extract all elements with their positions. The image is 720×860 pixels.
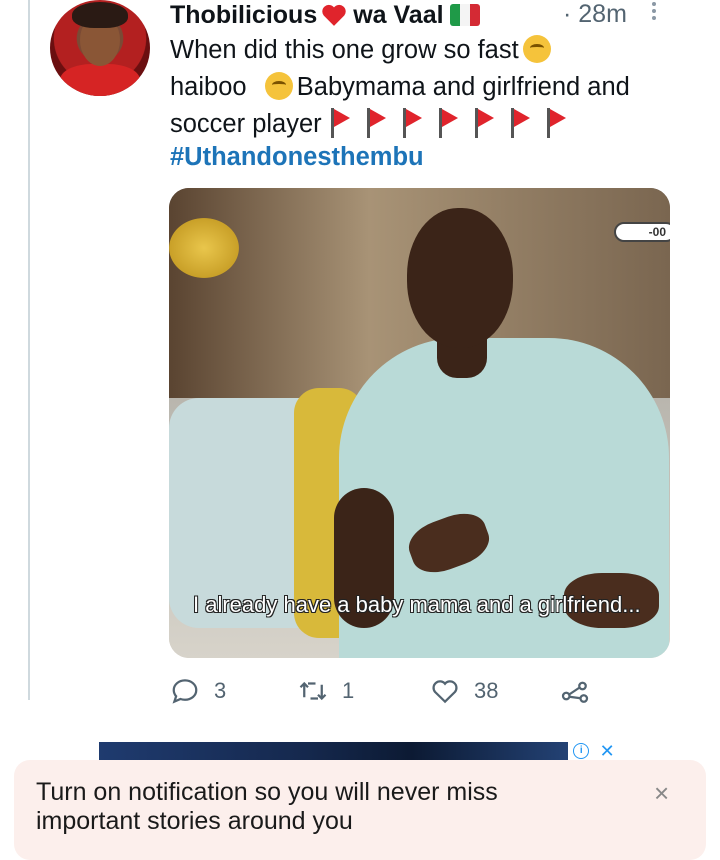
like-count: 38 [474, 678, 499, 703]
retweet-button[interactable]: 1 [298, 676, 354, 706]
ad-controls: i ✕ [568, 742, 620, 760]
media-plant [169, 218, 239, 278]
hashtag-link[interactable]: #Uthandonesthembu [170, 143, 424, 172]
ad-info-icon[interactable]: i [573, 743, 590, 759]
avatar[interactable] [50, 0, 150, 96]
dizzy-face-emoji-icon [522, 35, 551, 63]
notification-text: Turn on notification so you will never m… [36, 778, 498, 835]
avatar-dress [60, 64, 140, 96]
tweet-header: Thobilicious wa Vaal [170, 0, 480, 30]
like-button[interactable]: 38 [430, 676, 498, 706]
red-flag-emoji-icon [400, 108, 424, 138]
tweet-line-2b: Babymama and girlfriend and [296, 73, 630, 101]
red-flag-emoji-icon [544, 108, 568, 138]
red-flags [322, 108, 574, 138]
reply-count: 3 [214, 678, 227, 703]
red-flag-emoji-icon [436, 108, 460, 138]
tweet-line-2a: haiboo [170, 73, 247, 101]
tweet-text: When did this one grow so fast haiboo Ba… [170, 32, 690, 143]
heart-icon [432, 680, 458, 704]
share-button[interactable] [560, 676, 590, 706]
tweet-line-1: When did this one grow so fast [170, 36, 519, 64]
heart-emoji-icon [322, 4, 346, 26]
red-flag-emoji-icon [472, 108, 496, 138]
media-subtitle: I already have a baby mama and a girlfri… [193, 592, 641, 617]
share-icon [561, 681, 589, 703]
thread-line [28, 0, 30, 700]
notification-close-button[interactable]: × [654, 778, 669, 809]
reply-button[interactable]: 3 [170, 676, 226, 706]
media-person-head [407, 208, 513, 348]
author-name[interactable]: Thobilicious [170, 1, 317, 30]
unamused-face-emoji-icon [264, 72, 293, 100]
tweet-time: · 28m [563, 0, 627, 28]
reply-icon [172, 679, 198, 704]
red-flag-emoji-icon [364, 108, 388, 138]
author-name-suffix[interactable]: wa Vaal [353, 1, 443, 30]
media-channel-badge: -00 [614, 222, 670, 242]
red-flag-emoji-icon [508, 108, 532, 138]
notification-prompt[interactable]: Turn on notification so you will never m… [14, 760, 706, 860]
ad-close-icon[interactable]: ✕ [600, 742, 615, 760]
tweet-line-3: soccer player [170, 110, 322, 138]
red-flag-emoji-icon [328, 108, 352, 138]
tweet-media-image[interactable]: -00 I already have a baby mama and a gir… [169, 188, 670, 658]
avatar-hair [72, 2, 128, 28]
more-options-icon[interactable] [650, 0, 658, 22]
italy-flag-icon [449, 4, 480, 26]
retweet-count: 1 [342, 678, 355, 703]
retweet-icon [299, 681, 327, 701]
tweet-actions: 3 1 38 [170, 676, 620, 712]
